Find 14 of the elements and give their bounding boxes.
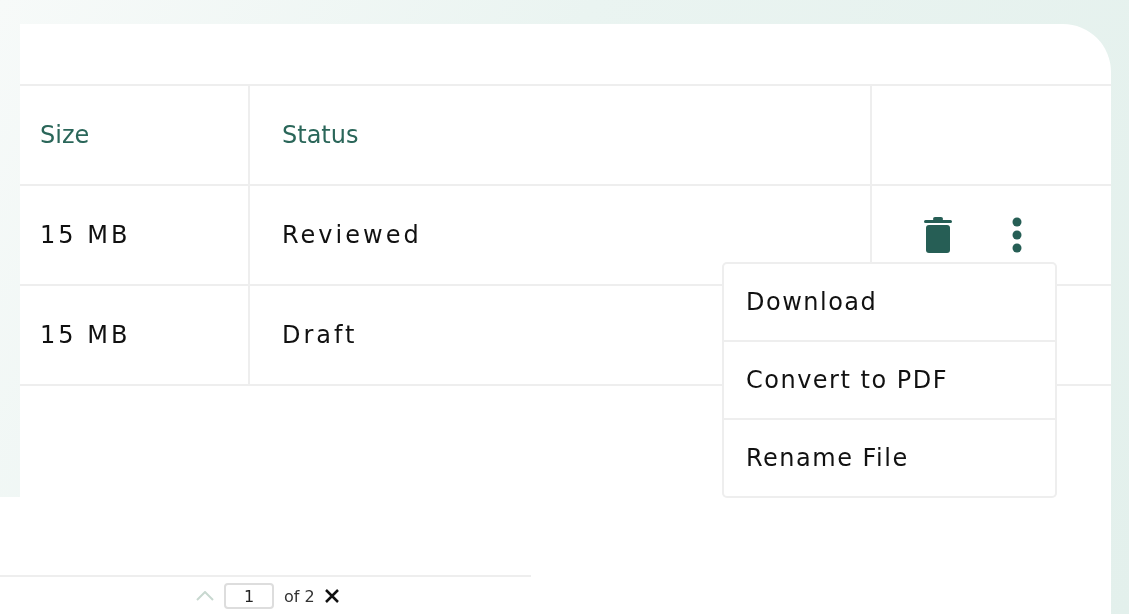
menu-item[interactable]: Download [724, 264, 1055, 340]
table-cell: 15 MB [40, 321, 131, 349]
column-header: Status [282, 121, 359, 149]
more-options-icon[interactable] [1012, 217, 1022, 253]
page-total: of 2 [284, 586, 315, 606]
trash-icon[interactable] [924, 217, 952, 253]
menu-item[interactable]: Rename File [724, 418, 1055, 496]
page-number-field[interactable]: 1 [224, 583, 274, 609]
column-header: Size [40, 121, 90, 149]
close-icon[interactable] [324, 589, 339, 603]
table-cell: 15 MB [40, 221, 131, 249]
table-cell: Draft [282, 321, 358, 349]
table-cell: Reviewed [282, 221, 422, 249]
menu-item[interactable]: Convert to PDF [724, 340, 1055, 418]
